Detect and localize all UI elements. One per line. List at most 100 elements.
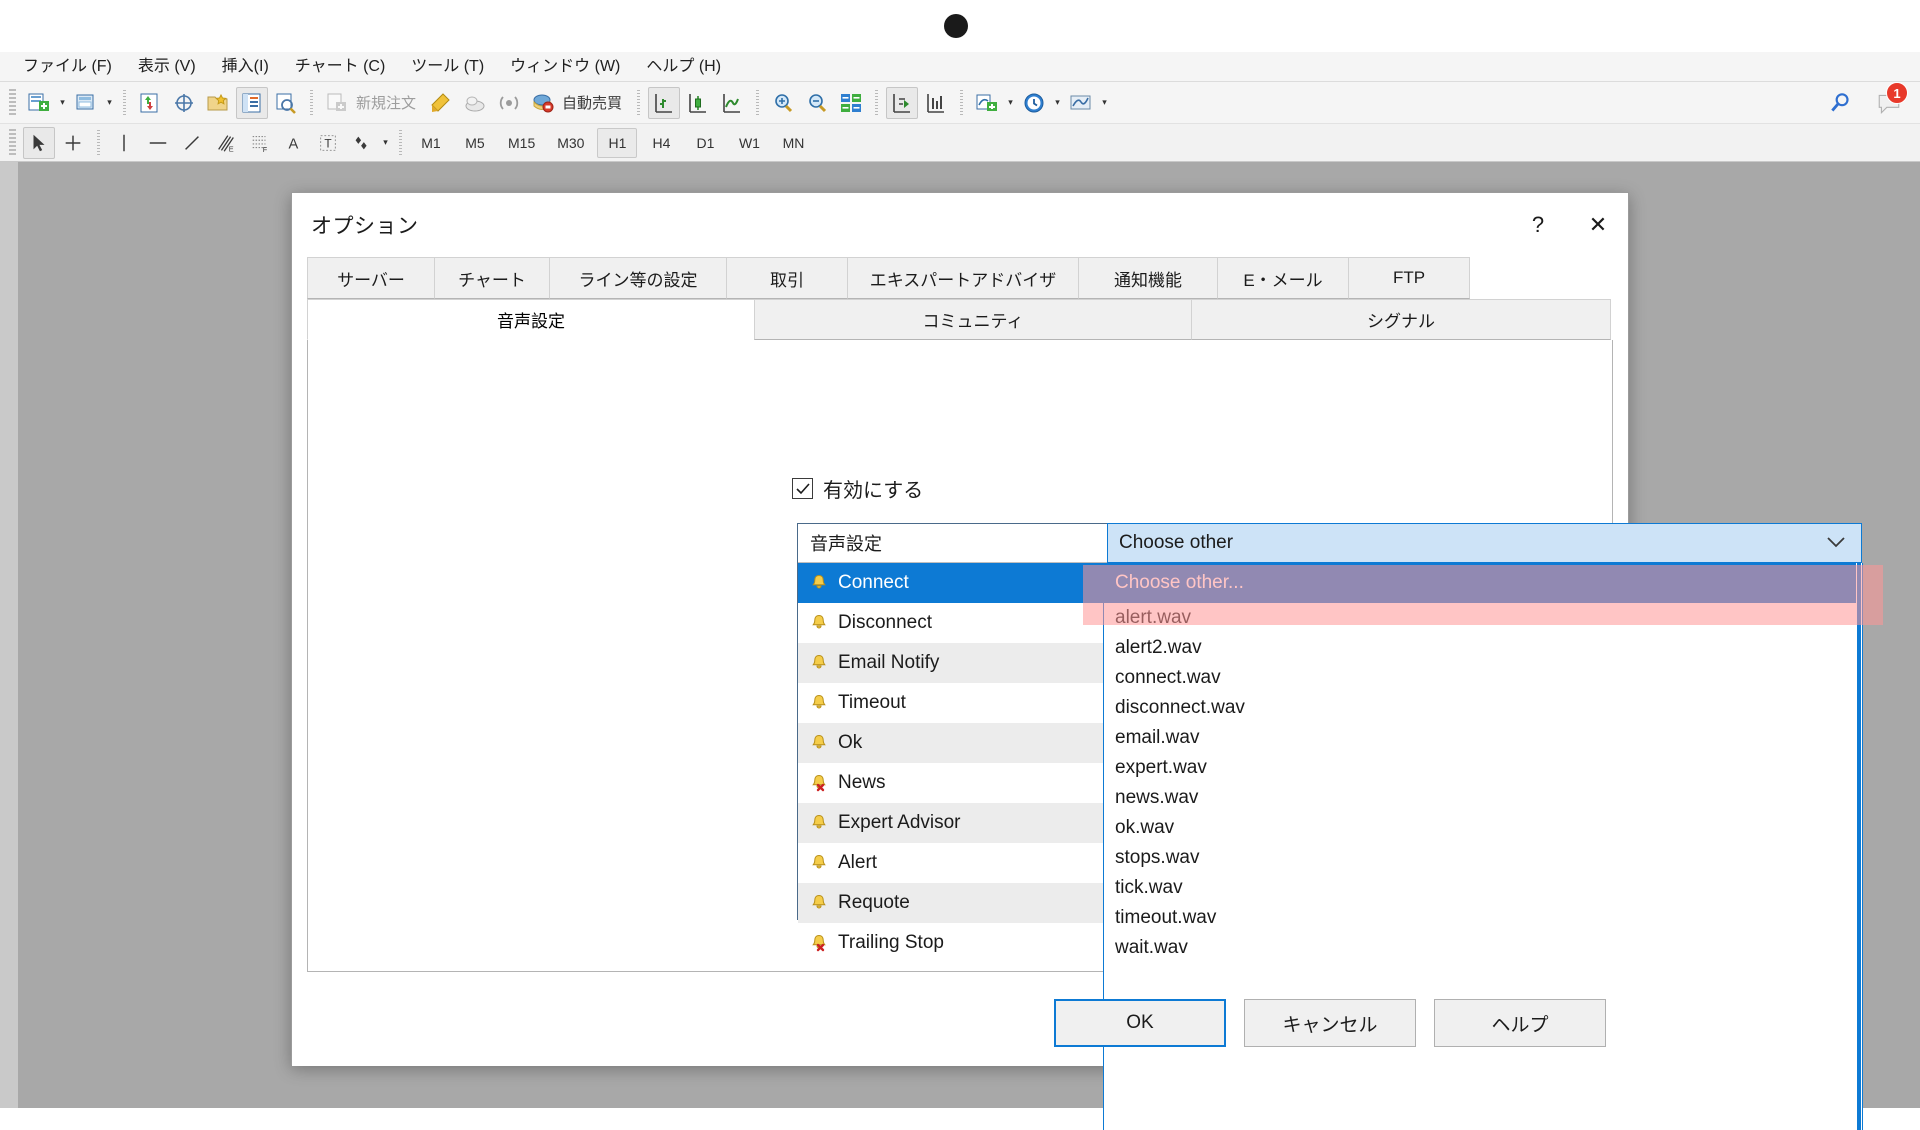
arrows-icon[interactable] [346,127,378,159]
timeframe-m15[interactable]: M15 [499,128,544,158]
market-icon[interactable] [459,87,491,119]
dropdown-option-email-wav[interactable]: email.wav [1104,723,1862,753]
data-window-icon[interactable] [168,87,200,119]
zoom-out-icon[interactable] [801,87,833,119]
bar-chart-icon[interactable] [648,86,681,119]
tile-windows-icon[interactable] [835,87,867,119]
arrows-dropdown-icon[interactable]: ▾ [379,128,392,158]
tab-charts[interactable]: チャート [434,257,550,299]
zoom-in-icon[interactable] [767,87,799,119]
line-chart-icon[interactable] [716,87,748,119]
timeframe-m5[interactable]: M5 [455,128,495,158]
terminal-icon[interactable] [236,86,268,119]
autotrading-icon[interactable] [527,87,559,119]
dropdown-option-alert-wav[interactable]: alert.wav [1104,603,1862,633]
menu-item-chart[interactable]: チャート (C) [282,56,399,78]
market-watch-icon[interactable] [134,87,166,119]
line-toolbar-grip[interactable] [9,128,16,157]
timeframe-m30[interactable]: M30 [548,128,593,158]
search-icon[interactable] [1825,87,1857,119]
candlestick-chart-icon[interactable] [682,87,714,119]
indicators-dropdown-icon[interactable]: ▾ [1004,88,1017,118]
tab-community[interactable]: コミュニティ [754,299,1192,340]
dropdown-scrollbar-thumb[interactable] [1857,563,1861,1130]
tab-expert-advisors[interactable]: エキスパートアドバイザ [847,257,1079,299]
dropdown-option-disconnect-wav[interactable]: disconnect.wav [1104,693,1862,723]
messages-icon[interactable]: 1 [1873,82,1908,119]
menu-item-file[interactable]: ファイル (F) [10,56,125,78]
chevron-down-icon[interactable] [1825,535,1847,554]
menu-item-view[interactable]: 表示 (V) [125,56,209,78]
tab-email[interactable]: E・メール [1217,257,1349,299]
profiles-icon[interactable] [70,87,102,119]
dropdown-option-choose-other[interactable]: Choose other... [1104,563,1862,603]
autotrading-label[interactable]: 自動売買 [560,92,630,113]
templates-icon[interactable] [1065,87,1097,119]
text-icon[interactable]: A [278,127,310,159]
timeframe-w1[interactable]: W1 [729,128,769,158]
timeframe-m1[interactable]: M1 [411,128,451,158]
checkmark-icon [795,482,810,494]
text-label-icon[interactable]: T [312,127,344,159]
new-chart-dropdown-icon[interactable]: ▾ [56,88,69,118]
timeframe-d1[interactable]: D1 [685,128,725,158]
menu-item-insert[interactable]: 挿入(I) [209,56,282,78]
enable-sounds-row[interactable]: 有効にする [792,474,923,503]
new-order-label[interactable]: 新規注文 [354,92,424,113]
dropdown-option-news-wav[interactable]: news.wav [1104,783,1862,813]
metaeditor-icon[interactable] [425,87,457,119]
signals-icon[interactable] [493,87,525,119]
tab-events[interactable]: 音声設定 [307,299,755,340]
new-order-icon[interactable] [321,87,353,119]
app-root: ファイル (F) 表示 (V) 挿入(I) チャート (C) ツール (T) ウ… [0,0,1920,1130]
menu-item-window[interactable]: ウィンドウ (W) [497,56,633,78]
equidistant-channel-icon[interactable]: E [210,127,242,159]
cancel-button[interactable]: キャンセル [1244,999,1416,1047]
dropdown-option-alert2-wav[interactable]: alert2.wav [1104,633,1862,663]
tab-notifications[interactable]: 通知機能 [1078,257,1218,299]
enable-checkbox[interactable] [792,478,813,499]
vertical-line-icon[interactable] [108,127,140,159]
profiles-dropdown-icon[interactable]: ▾ [103,88,116,118]
fibonacci-icon[interactable]: F [244,127,276,159]
table-cell-event-label: Ok [838,732,863,753]
dropdown-option-tick-wav[interactable]: tick.wav [1104,873,1862,903]
close-icon[interactable]: ✕ [1568,193,1628,257]
auto-scroll-icon[interactable] [886,86,919,119]
timeframe-h4[interactable]: H4 [641,128,681,158]
navigator-icon[interactable] [202,87,234,119]
menu-item-tools[interactable]: ツール (T) [398,56,497,78]
chart-shift-icon[interactable] [920,87,952,119]
tab-signals[interactable]: シグナル [1191,299,1611,340]
cursor-icon[interactable] [23,126,55,159]
dropdown-scrollbar[interactable] [1856,563,1862,1130]
crosshair-icon[interactable] [57,127,89,159]
dropdown-option-stops-wav[interactable]: stops.wav [1104,843,1862,873]
sound-file-combobox[interactable]: Choose other [1107,523,1862,563]
tab-ftp[interactable]: FTP [1348,257,1470,299]
timeframe-mn[interactable]: MN [773,128,813,158]
dropdown-option-connect-wav[interactable]: connect.wav [1104,663,1862,693]
templates-dropdown-icon[interactable]: ▾ [1098,88,1111,118]
strategy-tester-icon[interactable] [270,87,302,119]
tab-trade[interactable]: 取引 [726,257,848,299]
tab-server[interactable]: サーバー [307,257,435,299]
new-chart-icon[interactable] [23,87,55,119]
dropdown-option-wait-wav[interactable]: wait.wav [1104,933,1862,963]
menu-item-help[interactable]: ヘルプ (H) [633,56,734,78]
timeframe-h1[interactable]: H1 [597,127,638,158]
dropdown-option-ok-wav[interactable]: ok.wav [1104,813,1862,843]
trendline-icon[interactable] [176,127,208,159]
help-button[interactable]: ヘルプ [1434,999,1606,1047]
dropdown-option-expert-wav[interactable]: expert.wav [1104,753,1862,783]
tab-objects[interactable]: ライン等の設定 [549,257,727,299]
period-dropdown-icon[interactable]: ▾ [1051,88,1064,118]
ok-button[interactable]: OK [1054,999,1226,1047]
toolbar-grip[interactable] [9,88,16,117]
horizontal-line-icon[interactable] [142,127,174,159]
svg-text:T: T [324,136,331,150]
dropdown-option-timeout-wav[interactable]: timeout.wav [1104,903,1862,933]
period-icon[interactable] [1018,87,1050,119]
help-icon[interactable]: ? [1508,193,1568,257]
indicators-icon[interactable] [971,87,1003,119]
